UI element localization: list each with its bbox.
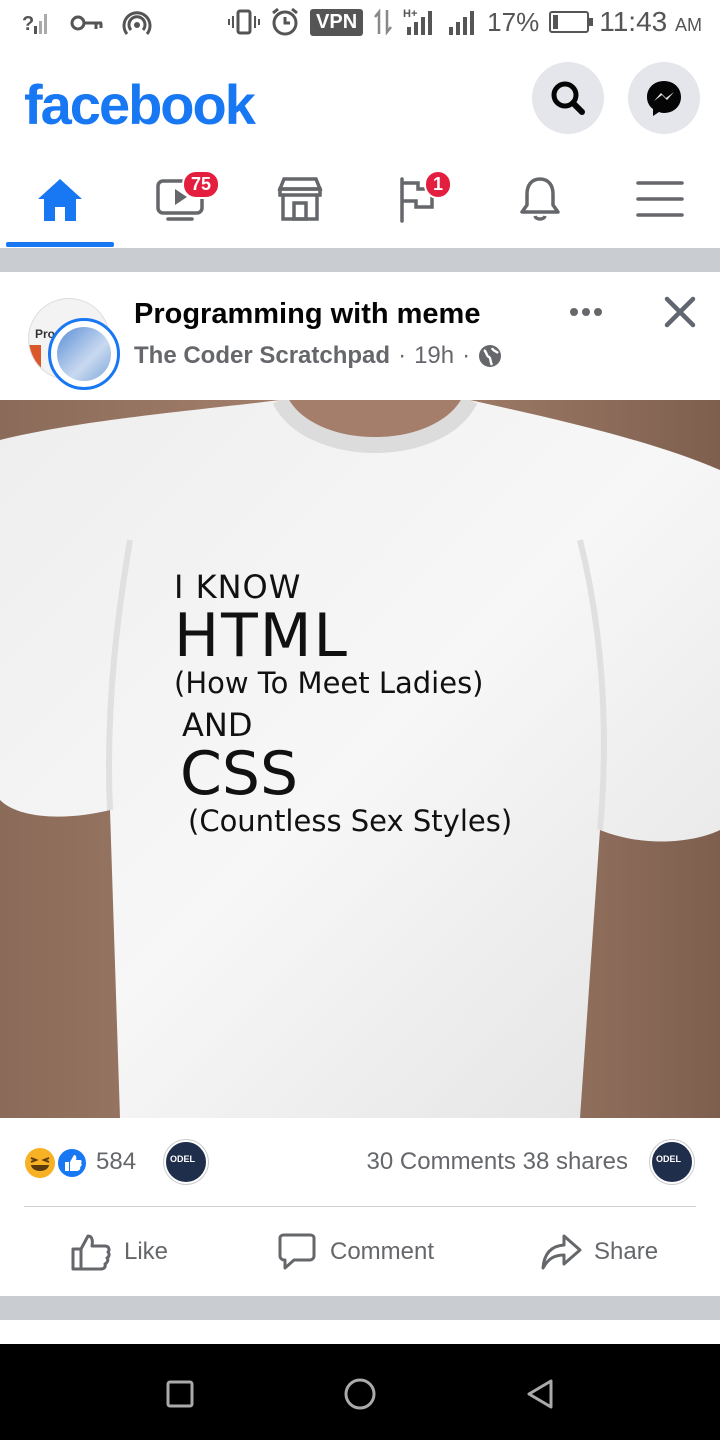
post-meta: The Coder Scratchpad · 19h · [134,342,502,370]
active-tab-indicator [6,242,114,247]
post-image[interactable]: I KNOW HTML (How To Meet Ladies) AND CSS… [0,400,720,1118]
more-options-button[interactable] [566,300,606,329]
svg-text:H+: H+ [403,8,417,20]
share-count: 38 shares [522,1148,628,1175]
signal-question-icon: ? [22,13,47,35]
more-options-icon [570,308,602,316]
tab-marketplace[interactable] [240,150,360,248]
status-bar: ? VPN H+ 17% 11:43 AM [0,0,720,50]
post-actions: Like Comment Share [0,1208,720,1296]
section-separator-bottom [0,1296,720,1320]
vibrate-icon [228,9,261,35]
pages-badge: 1 [424,170,453,199]
app-header: facebook [0,50,720,150]
home-icon [38,179,82,221]
h-plus-signal-icon: H+ [403,8,433,35]
group-name[interactable]: Programming with meme [134,298,480,331]
like-button[interactable]: Like [70,1208,168,1296]
bell-icon [520,177,560,221]
commenter-avatar[interactable]: ODEL [164,1140,208,1184]
key-icon [70,15,103,31]
watch-badge: 75 [182,170,221,199]
reaction-count[interactable]: 584 [96,1148,136,1176]
back-icon [527,1379,553,1409]
comments-shares[interactable]: 30 Comments 38 shares [367,1148,628,1176]
tab-home[interactable] [0,150,120,248]
globe-icon [479,345,502,367]
share-button[interactable]: Share [540,1208,658,1296]
search-icon [551,81,585,115]
facebook-logo: facebook [24,73,256,136]
haha-icon [25,1148,55,1178]
tab-menu[interactable] [600,150,720,248]
post-time[interactable]: 19h [414,342,454,370]
home-nav-button[interactable] [340,1374,380,1414]
viewer-avatar[interactable]: ODEL [650,1140,694,1184]
back-button[interactable] [520,1374,560,1414]
post-header: Pro Programming with meme The Coder Scra… [0,272,720,400]
store-icon [277,177,323,221]
reaction-icons[interactable] [24,1146,90,1180]
shirt-text: I KNOW HTML (How To Meet Ladies) AND CSS… [174,568,513,838]
signal-icon [449,11,475,35]
next-post-top [0,1320,720,1344]
author-avatar[interactable] [48,318,120,390]
menu-icon [636,181,684,217]
like-icon [71,1234,111,1271]
reactions-bar: 584 ODEL 30 Comments 38 shares ODEL [0,1118,720,1208]
comment-icon [278,1233,316,1270]
clock: 11:43 AM [599,6,702,37]
home-circle-icon [344,1378,376,1410]
messenger-button[interactable] [628,62,700,134]
comment-count: 30 Comments [366,1148,516,1175]
system-nav-bar [0,1344,720,1440]
search-button[interactable] [532,62,604,134]
hotspot-icon [122,11,152,35]
vpn-icon: VPN [310,8,364,36]
section-separator [0,248,720,272]
like-reaction-icon [56,1147,88,1179]
data-transfer-icon [374,8,393,36]
messenger-icon [647,81,681,116]
divider [24,1206,696,1207]
tab-watch[interactable]: 75 [120,150,240,248]
battery-percent: 17% [487,6,540,37]
hide-post-button[interactable] [662,294,698,335]
recents-button[interactable] [160,1374,200,1414]
close-icon [664,296,696,328]
author-name[interactable]: The Coder Scratchpad [134,342,390,370]
recents-icon [166,1380,194,1408]
battery-icon [549,11,594,33]
tab-notifications[interactable] [480,150,600,248]
share-icon [541,1234,582,1270]
alarm-icon [272,7,298,36]
svg-text:?: ? [22,13,34,35]
comment-button[interactable]: Comment [276,1208,434,1296]
top-nav-tabs: 75 1 [0,150,720,248]
tab-pages[interactable]: 1 [360,150,480,248]
